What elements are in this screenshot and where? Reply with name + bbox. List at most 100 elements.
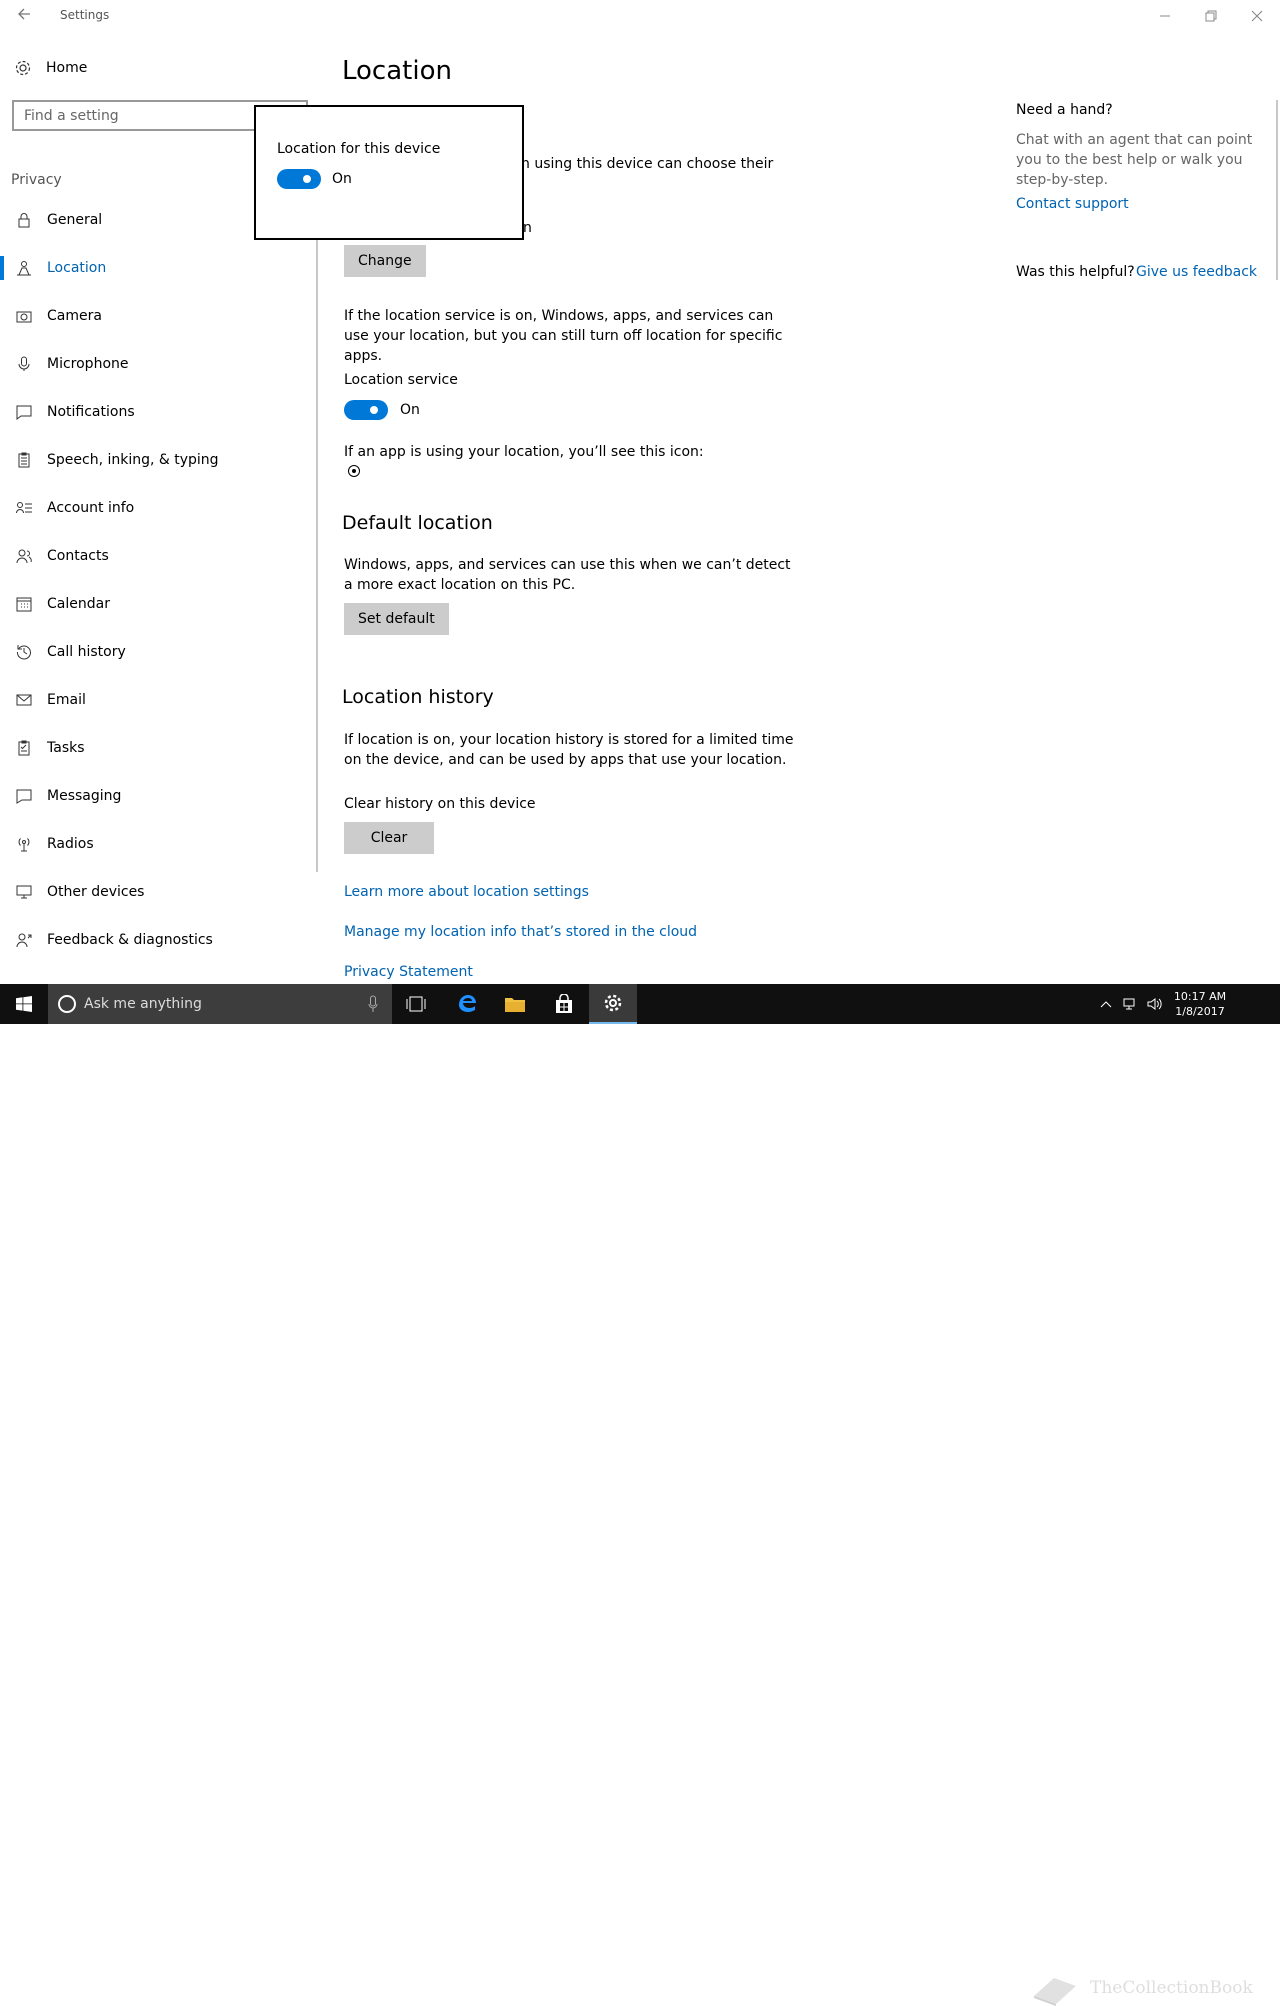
- account-list-icon: [16, 500, 32, 516]
- sidebar-item-label: Camera: [47, 308, 102, 324]
- privacy-statement-link[interactable]: Privacy Statement: [344, 964, 473, 980]
- minimize-button[interactable]: [1142, 0, 1188, 32]
- sidebar-item-email[interactable]: Email: [0, 676, 318, 724]
- popup-title: Location for this device: [277, 141, 441, 157]
- sidebar-item-messaging[interactable]: Messaging: [0, 772, 318, 820]
- search-input[interactable]: [24, 107, 274, 124]
- set-default-button[interactable]: Set default: [344, 603, 449, 635]
- sidebar-item-speech[interactable]: Speech, inking, & typing: [0, 436, 318, 484]
- home-label: Home: [46, 60, 88, 76]
- sidebar-item-label: Radios: [47, 836, 94, 852]
- windows-logo-icon: [16, 996, 32, 1012]
- sidebar-item-label: Feedback & diagnostics: [47, 932, 213, 948]
- location-service-toggle[interactable]: [344, 400, 388, 420]
- default-location-description: Windows, apps, and services can use this…: [344, 557, 791, 593]
- book-logo-icon: [1034, 1978, 1076, 2006]
- taskbar-search-text: Ask me anything: [84, 996, 202, 1012]
- settings-taskbar-button[interactable]: [589, 984, 637, 1024]
- sidebar-item-label: Account info: [47, 500, 135, 516]
- lock-icon: [16, 212, 32, 228]
- store-bag-icon: [556, 994, 572, 1013]
- clock[interactable]: 10:17 AM 1/8/2017: [1160, 989, 1240, 1019]
- help-heading: Need a hand?: [1016, 102, 1113, 118]
- sidebar-item-label: Microphone: [47, 356, 129, 372]
- calendar-icon: [16, 596, 32, 612]
- task-view-button[interactable]: [392, 984, 440, 1024]
- location-device-toggle[interactable]: [277, 169, 321, 189]
- sidebar-item-location[interactable]: Location: [0, 244, 318, 292]
- sidebar-scrollbar[interactable]: [316, 152, 318, 872]
- help-description: Chat with an agent that can point you to…: [1016, 132, 1253, 188]
- restore-icon: [1205, 10, 1217, 22]
- sidebar-item-label: Email: [47, 692, 86, 708]
- sidebar-item-label: Messaging: [47, 788, 122, 804]
- service-state: On: [400, 402, 420, 418]
- learn-more-link[interactable]: Learn more about location settings: [344, 884, 589, 900]
- sidebar-item-call-history[interactable]: Call history: [0, 628, 318, 676]
- close-icon: [1251, 10, 1263, 22]
- default-location-heading: Default location: [342, 512, 493, 534]
- network-icon[interactable]: [1122, 996, 1138, 1012]
- sidebar-item-calendar[interactable]: Calendar: [0, 580, 318, 628]
- edge-button[interactable]: [443, 984, 491, 1024]
- clear-button[interactable]: Clear: [344, 822, 434, 854]
- device-line-text: n: [523, 220, 532, 236]
- gear-icon: [15, 60, 31, 76]
- taskbar: Ask me anything 10:17 AM 1/8/2017 TheCol…: [0, 984, 1280, 2006]
- folder-icon: [505, 998, 525, 1012]
- sidebar-item-microphone[interactable]: Microphone: [0, 340, 318, 388]
- history-icon: [16, 644, 32, 660]
- back-arrow-icon: [18, 8, 30, 20]
- sidebar-item-feedback[interactable]: Feedback & diagnostics: [0, 916, 318, 964]
- devices-icon: [16, 884, 32, 900]
- sidebar-item-account-info[interactable]: Account info: [0, 484, 318, 532]
- feedback-icon: [16, 932, 32, 948]
- title-bar: Settings: [0, 0, 1280, 32]
- microphone-icon: [16, 356, 32, 372]
- location-person-icon: [16, 260, 32, 276]
- clear-history-label: Clear history on this device: [344, 796, 536, 812]
- chevron-up-icon[interactable]: [1098, 996, 1114, 1012]
- notification-icon: [16, 404, 32, 420]
- store-button[interactable]: [540, 984, 588, 1024]
- gear-icon: [604, 994, 622, 1012]
- section-label: Privacy: [11, 172, 62, 188]
- microphone-icon[interactable]: [368, 995, 378, 1013]
- manage-cloud-link[interactable]: Manage my location info that’s stored in…: [344, 924, 697, 940]
- sidebar-item-notifications[interactable]: Notifications: [0, 388, 318, 436]
- sidebar-item-camera[interactable]: Camera: [0, 292, 318, 340]
- main-scrollbar[interactable]: [1276, 100, 1278, 280]
- tasks-icon: [16, 740, 32, 756]
- privacy-nav: General Location Camera Microphone Notif…: [0, 196, 318, 964]
- sidebar-item-label: Contacts: [47, 548, 109, 564]
- window-title: Settings: [60, 8, 110, 22]
- message-icon: [16, 788, 32, 804]
- clock-time: 10:17 AM: [1173, 990, 1227, 1003]
- contact-support-link[interactable]: Contact support: [1016, 196, 1129, 212]
- edge-icon: [459, 995, 476, 1012]
- minimize-icon: [1160, 15, 1170, 17]
- sidebar-item-tasks[interactable]: Tasks: [0, 724, 318, 772]
- sidebar-item-label: Speech, inking, & typing: [47, 452, 219, 468]
- start-button[interactable]: [0, 984, 48, 1024]
- sidebar-item-radios[interactable]: Radios: [0, 820, 318, 868]
- sidebar-item-label: Location: [47, 260, 107, 276]
- file-explorer-button[interactable]: [491, 984, 539, 1024]
- home-nav[interactable]: Home: [14, 56, 87, 80]
- watermark: TheCollectionBook: [1030, 1970, 1280, 2006]
- change-button[interactable]: Change: [344, 245, 426, 277]
- give-feedback-link[interactable]: Give us feedback: [1136, 264, 1257, 280]
- location-history-description: If location is on, your location history…: [344, 732, 794, 768]
- intro-text: n using this device can choose their: [521, 156, 774, 172]
- sidebar-item-label: Notifications: [47, 404, 135, 420]
- page-title: Location: [342, 56, 452, 86]
- close-button[interactable]: [1234, 0, 1280, 32]
- sidebar-item-other-devices[interactable]: Other devices: [0, 868, 318, 916]
- cortana-icon: [58, 995, 76, 1013]
- system-tray: 10:17 AM 1/8/2017: [1080, 984, 1280, 1024]
- taskbar-search[interactable]: Ask me anything: [48, 984, 392, 1024]
- back-button[interactable]: [10, 6, 38, 26]
- radio-tower-icon: [16, 836, 32, 852]
- sidebar-item-contacts[interactable]: Contacts: [0, 532, 318, 580]
- restore-button[interactable]: [1188, 0, 1234, 32]
